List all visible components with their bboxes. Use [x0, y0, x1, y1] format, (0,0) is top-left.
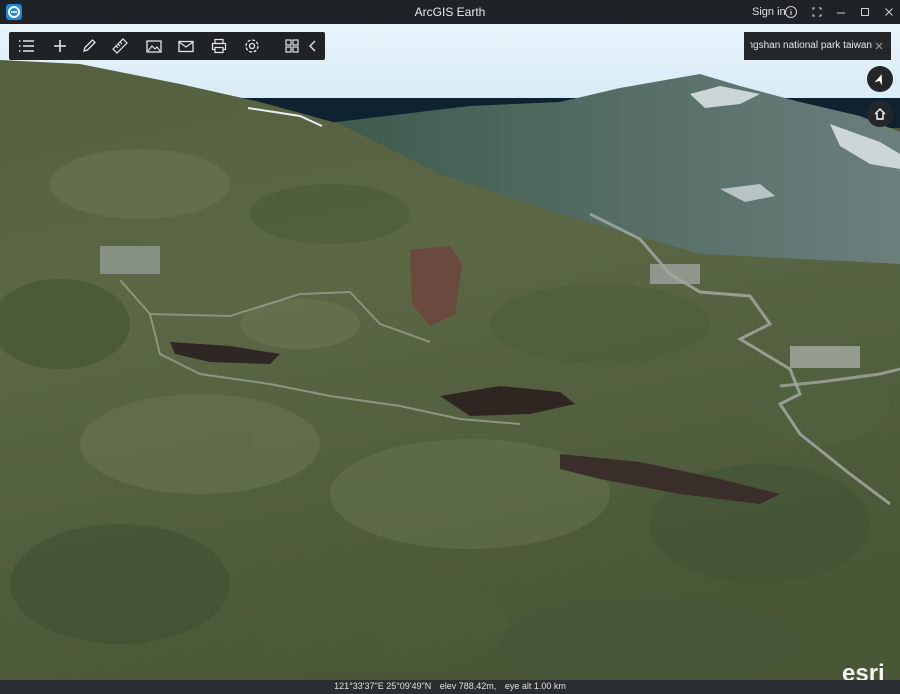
apps-grid-button[interactable] [282, 36, 302, 56]
status-bar: 121°33'37"E 25°09'49"N elev 788.42m, eye… [0, 680, 900, 694]
measure-button[interactable] [110, 36, 130, 56]
add-icon [54, 40, 66, 52]
elevation-readout: elev 788.42m, [439, 681, 497, 691]
print-button[interactable] [209, 36, 229, 56]
settings-icon [245, 39, 259, 53]
draw-button[interactable] [79, 36, 99, 56]
measure-icon [112, 38, 128, 54]
close-search-button[interactable] [873, 39, 885, 51]
mail-icon [178, 40, 194, 53]
close-icon[interactable] [880, 3, 898, 21]
layers-list-icon [19, 40, 34, 52]
search-input[interactable]: angmingshan national park taiwan [750, 40, 872, 51]
coordinates-readout: 121°33'37"E 25°09'49"N [334, 681, 432, 691]
fullscreen-icon[interactable] [808, 3, 826, 21]
collapse-toolbar-button[interactable] [306, 36, 320, 56]
map-viewport[interactable]: esri [0, 24, 900, 694]
minimize-icon[interactable] [832, 3, 850, 21]
compass-icon [874, 74, 883, 86]
close-search-icon [875, 42, 883, 50]
add-button[interactable] [50, 36, 70, 56]
info-icon[interactable] [782, 3, 800, 21]
home-icon [874, 108, 886, 120]
collapse-chevron-icon [309, 40, 316, 52]
print-icon [211, 38, 227, 54]
layers-list-button[interactable] [16, 36, 36, 56]
sign-in-link[interactable]: Sign in [752, 6, 786, 18]
search-panel[interactable]: angmingshan national park taiwan [744, 32, 891, 60]
apps-grid-icon [285, 39, 299, 53]
main-toolbar [9, 32, 325, 60]
eye-altitude-readout: eye alt 1.00 km [504, 681, 566, 691]
image-button[interactable] [144, 36, 164, 56]
terrain-scene [0, 24, 900, 694]
maximize-icon[interactable] [856, 3, 874, 21]
mail-button[interactable] [176, 36, 196, 56]
title-bar: ArcGIS Earth Sign in [0, 0, 900, 24]
settings-button[interactable] [242, 36, 262, 56]
draw-icon [83, 39, 96, 52]
home-button[interactable] [867, 101, 893, 127]
compass-button[interactable] [867, 66, 893, 92]
image-icon [146, 40, 162, 53]
